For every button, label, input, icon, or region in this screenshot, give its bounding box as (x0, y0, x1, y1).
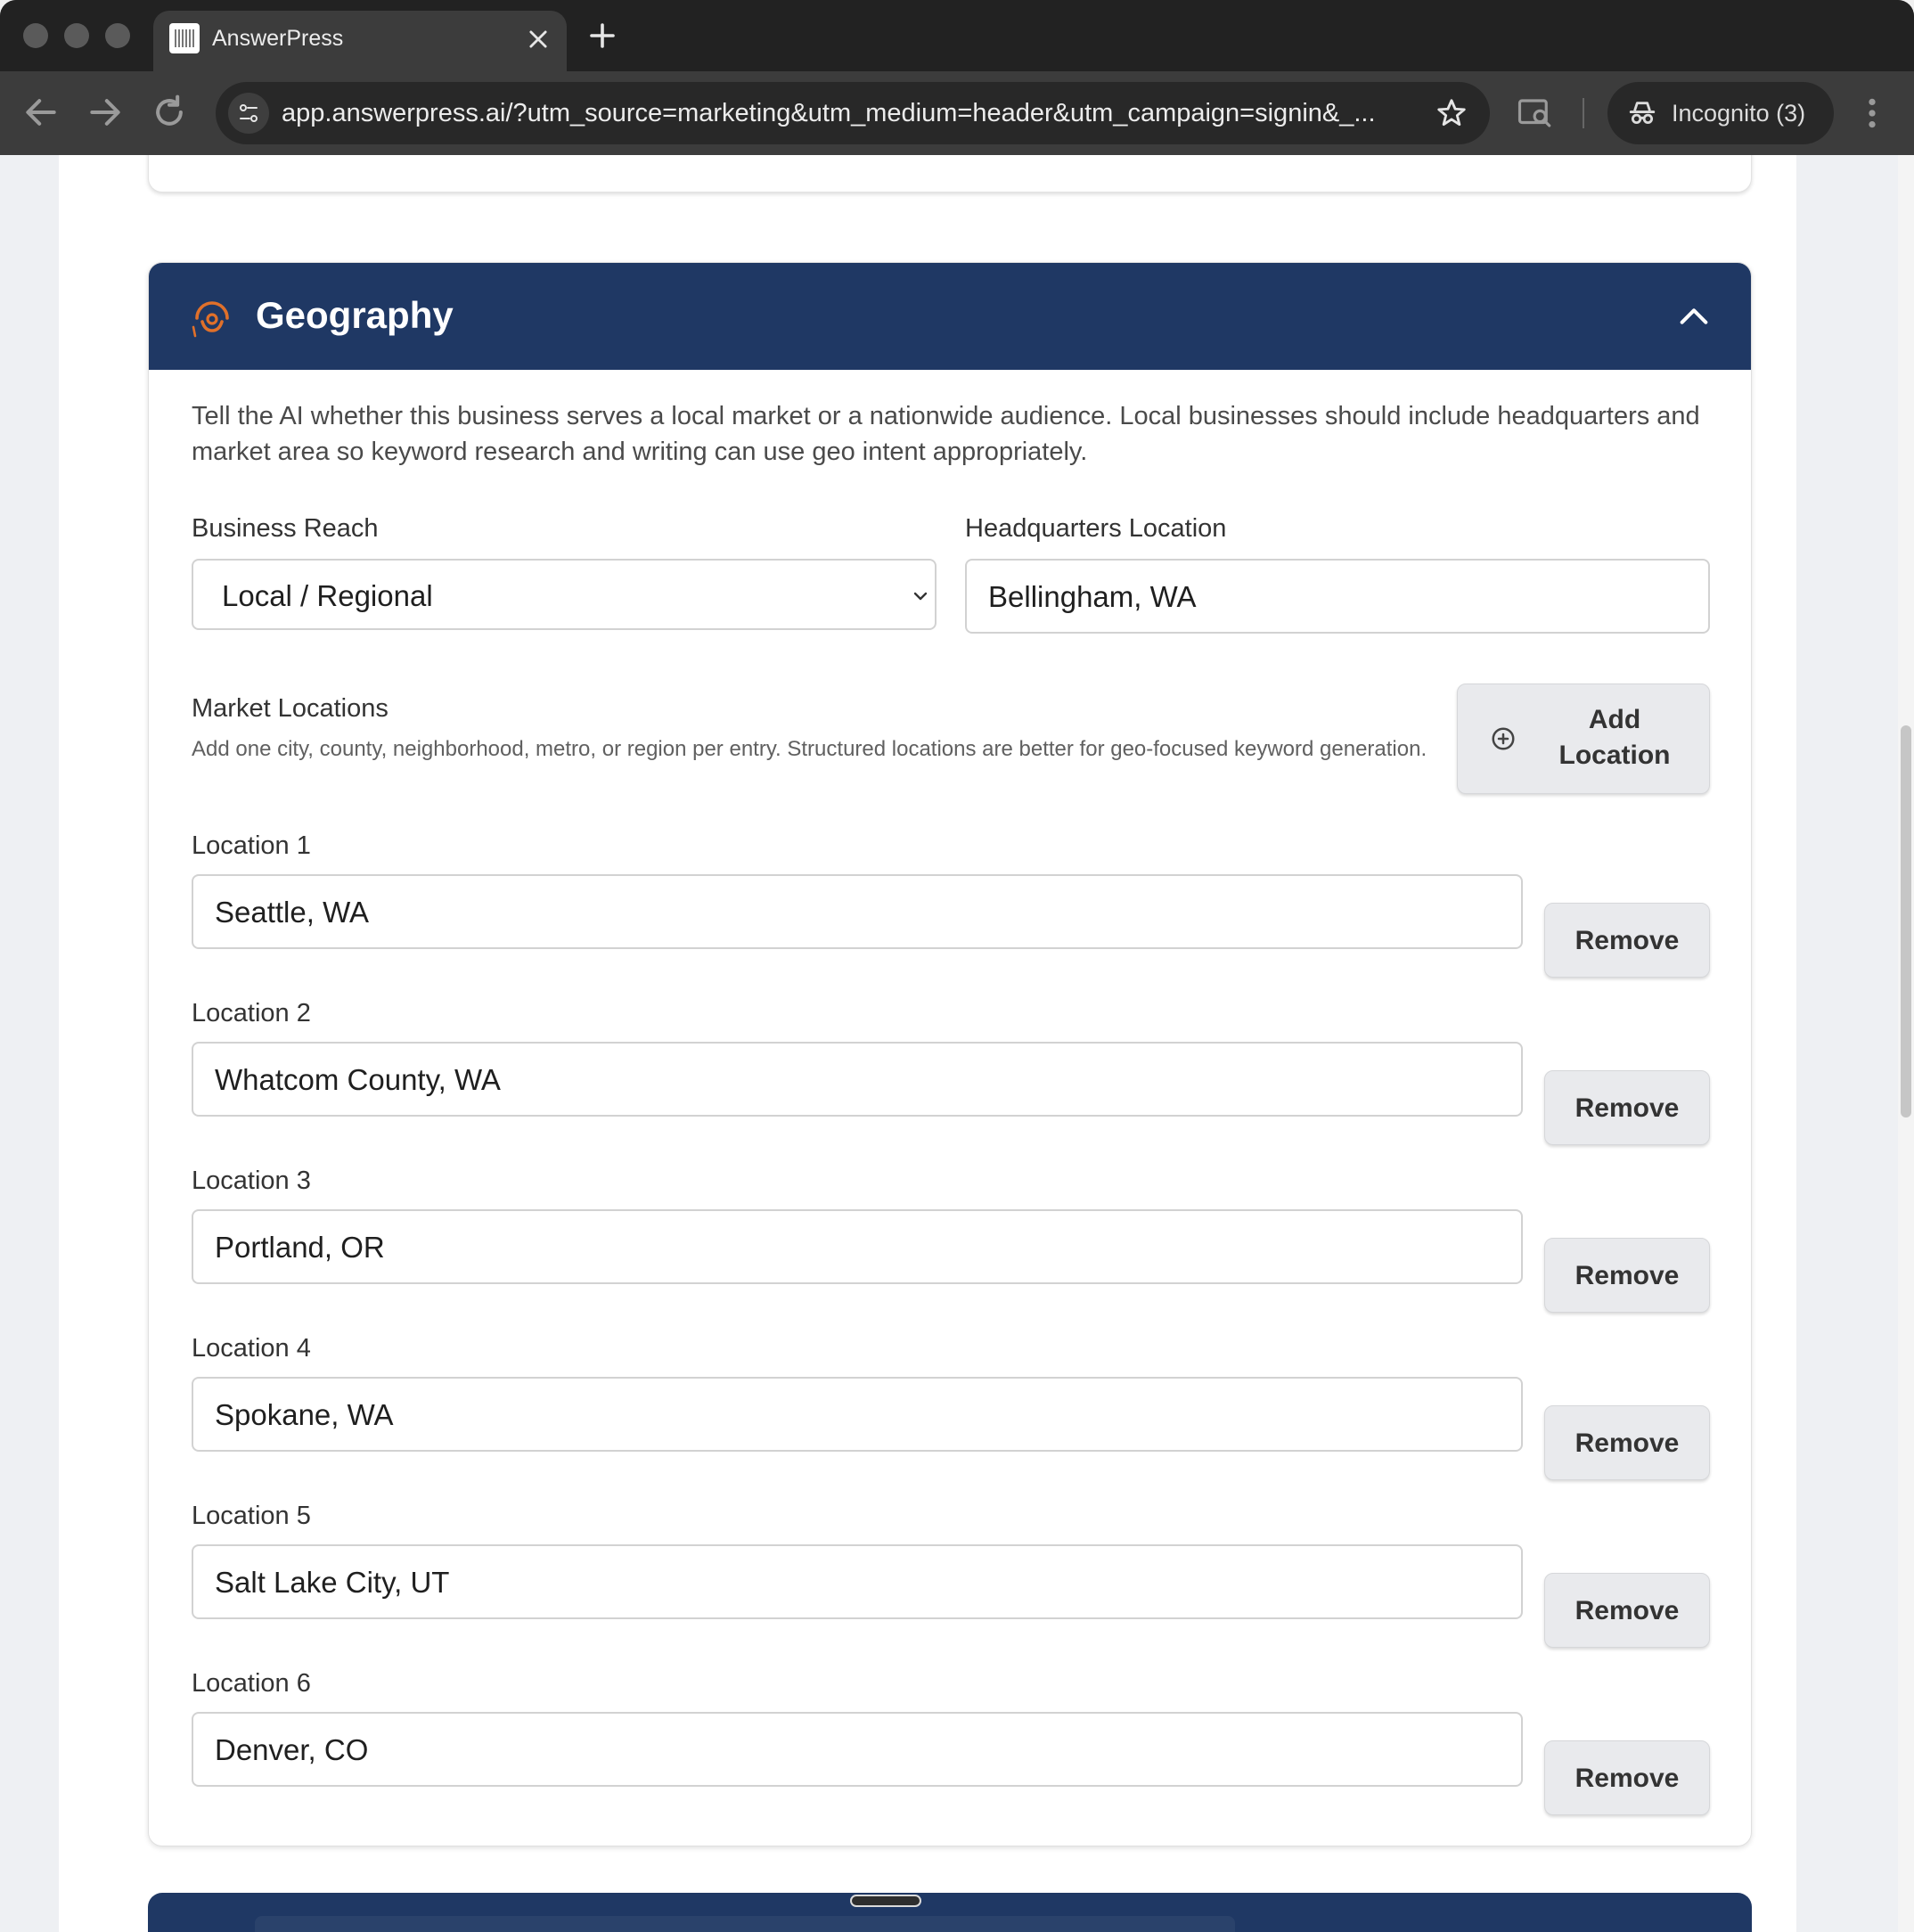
browser-tab[interactable]: AnswerPress (153, 11, 567, 71)
scrollbar-thumb[interactable] (1901, 725, 1911, 1117)
location-input[interactable]: Portland, OR (192, 1209, 1523, 1284)
section-title: Geography (256, 294, 454, 336)
headquarters-label: Headquarters Location (965, 514, 1227, 543)
location-value: Portland, OR (215, 1231, 385, 1264)
remove-location-button[interactable]: Remove (1544, 1238, 1710, 1313)
section-description: Tell the AI whether this business serves… (192, 402, 1700, 466)
location-label: Location 1 (192, 831, 311, 860)
page-viewport: Geography Tell the AI whether this busin… (0, 155, 1914, 1932)
geography-section: Geography Tell the AI whether this busin… (148, 262, 1752, 1846)
tab-search-icon[interactable] (1517, 94, 1554, 132)
browser-toolbar: app.answerpress.ai/?utm_source=marketing… (0, 71, 1914, 155)
previous-section-card (148, 155, 1752, 192)
market-locations-help: Add one city, county, neighborhood, metr… (192, 737, 1427, 761)
location-value: Salt Lake City, UT (215, 1566, 450, 1599)
business-reach-label: Business Reach (192, 514, 379, 543)
remove-location-button[interactable]: Remove (1544, 1740, 1710, 1815)
next-section-title-blur (255, 1916, 1235, 1932)
market-locations-label: Market Locations (192, 694, 389, 723)
url-text[interactable]: app.answerpress.ai/?utm_source=marketing… (282, 98, 1413, 128)
chevron-up-icon[interactable] (1676, 299, 1712, 334)
location-label: Location 4 (192, 1334, 311, 1363)
add-location-button[interactable]: Add Location (1457, 684, 1710, 794)
incognito-icon (1629, 102, 1656, 125)
incognito-label: Incognito (3) (1672, 100, 1806, 127)
remove-location-button[interactable]: Remove (1544, 1070, 1710, 1145)
remove-location-button[interactable]: Remove (1544, 903, 1710, 978)
geography-icon (192, 301, 229, 338)
remove-location-button[interactable]: Remove (1544, 1405, 1710, 1480)
location-label: Location 5 (192, 1502, 311, 1530)
resize-handle[interactable] (850, 1895, 921, 1907)
location-value: Denver, CO (215, 1733, 369, 1766)
favicon-icon (169, 23, 200, 53)
close-icon[interactable] (526, 27, 551, 52)
next-section-header[interactable] (148, 1893, 1752, 1932)
bookmark-star-icon[interactable] (1435, 96, 1468, 130)
business-reach-value: Local / Regional (222, 579, 433, 612)
headquarters-input[interactable]: Bellingham, WA (965, 559, 1710, 634)
address-bar[interactable]: app.answerpress.ai/?utm_source=marketing… (216, 82, 1490, 144)
site-settings-icon[interactable] (228, 93, 269, 134)
location-value: Whatcom County, WA (215, 1063, 501, 1096)
location-input[interactable]: Denver, CO (192, 1712, 1523, 1787)
browser-chrome: AnswerPress app.answerpress.ai/?utm_sour… (0, 0, 1914, 155)
location-input[interactable]: Salt Lake City, UT (192, 1544, 1523, 1619)
location-label: Location 6 (192, 1669, 311, 1698)
window-minimize-dot[interactable] (64, 23, 89, 48)
new-tab-icon[interactable] (586, 20, 618, 52)
toolbar-divider (1583, 98, 1584, 128)
more-menu-icon[interactable] (1859, 94, 1885, 132)
business-reach-select[interactable]: Local / Regional (192, 559, 937, 630)
reload-icon[interactable] (150, 93, 189, 132)
headquarters-value: Bellingham, WA (988, 580, 1197, 613)
location-label: Location 3 (192, 1167, 311, 1195)
window-zoom-dot[interactable] (105, 23, 130, 48)
location-label: Location 2 (192, 999, 311, 1027)
section-header[interactable]: Geography (149, 263, 1751, 370)
remove-location-button[interactable]: Remove (1544, 1573, 1710, 1648)
location-input[interactable]: Spokane, WA (192, 1377, 1523, 1452)
forward-arrow-icon[interactable] (86, 93, 125, 132)
back-arrow-icon[interactable] (21, 93, 61, 132)
window-close-dot[interactable] (23, 23, 48, 48)
location-input[interactable]: Seattle, WA (192, 874, 1523, 949)
plus-circle-icon (1492, 727, 1515, 750)
location-value: Spokane, WA (215, 1398, 394, 1431)
incognito-indicator[interactable]: Incognito (3) (1607, 82, 1834, 144)
tab-title: AnswerPress (212, 26, 344, 51)
location-value: Seattle, WA (215, 896, 370, 929)
chevron-down-icon (913, 592, 928, 601)
tab-strip: AnswerPress (0, 0, 1914, 71)
location-input[interactable]: Whatcom County, WA (192, 1042, 1523, 1117)
add-location-label: Add Location (1558, 705, 1671, 770)
